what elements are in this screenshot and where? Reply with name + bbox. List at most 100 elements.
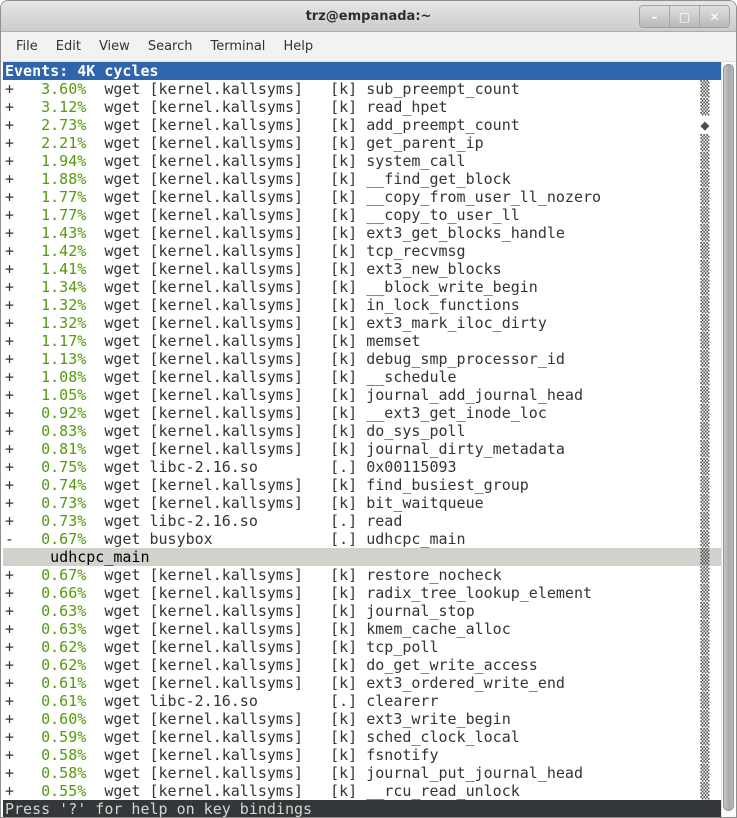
row-detail: wget [kernel.kallsyms] [k] journal_put_j…: [86, 764, 583, 782]
scroll-position-marker: ▒: [700, 152, 709, 170]
scroll-position-marker: ▒: [700, 476, 709, 494]
scrollbar[interactable]: [721, 62, 736, 817]
perf-row[interactable]: + 1.13% wget [kernel.kallsyms] [k] debug…: [3, 350, 724, 368]
perf-row[interactable]: + 1.32% wget [kernel.kallsyms] [k] ext3_…: [3, 314, 724, 332]
perf-row[interactable]: + 0.58% wget [kernel.kallsyms] [k] fsnot…: [3, 746, 724, 764]
row-detail: wget [kernel.kallsyms] [k] __schedule: [86, 368, 456, 386]
scroll-position-marker: ▒: [700, 170, 709, 188]
overhead-percent: 0.61%: [14, 674, 86, 692]
perf-row[interactable]: + 1.77% wget [kernel.kallsyms] [k] __cop…: [3, 206, 724, 224]
perf-row[interactable]: + 2.73% wget [kernel.kallsyms] [k] add_p…: [3, 116, 724, 134]
close-button[interactable]: ✕: [699, 6, 729, 27]
overhead-percent: 1.13%: [14, 350, 86, 368]
perf-row[interactable]: + 1.32% wget [kernel.kallsyms] [k] in_lo…: [3, 296, 724, 314]
overhead-percent: 0.59%: [14, 728, 86, 746]
callchain-row[interactable]: udhcpc_main▒: [3, 548, 724, 566]
scroll-position-marker: ▒: [700, 278, 709, 296]
scrollbar-thumb[interactable]: [723, 64, 734, 811]
expand-marker: +: [5, 422, 14, 440]
perf-row[interactable]: + 1.94% wget [kernel.kallsyms] [k] syste…: [3, 152, 724, 170]
perf-row[interactable]: + 3.12% wget [kernel.kallsyms] [k] read_…: [3, 98, 724, 116]
overhead-percent: 1.17%: [14, 332, 86, 350]
scroll-position-marker: ▒: [700, 314, 709, 332]
perf-row[interactable]: + 0.60% wget [kernel.kallsyms] [k] ext3_…: [3, 710, 724, 728]
scroll-position-marker: ▒: [700, 332, 709, 350]
perf-row[interactable]: + 0.75% wget libc-2.16.so [.] 0x00115093…: [3, 458, 724, 476]
menu-item-terminal[interactable]: Terminal: [201, 35, 274, 58]
row-detail: wget [kernel.kallsyms] [k] journal_dirty…: [86, 440, 565, 458]
maximize-button[interactable]: □: [669, 6, 699, 27]
perf-row[interactable]: + 3.60% wget [kernel.kallsyms] [k] sub_p…: [3, 80, 724, 98]
perf-row[interactable]: + 1.17% wget [kernel.kallsyms] [k] memse…: [3, 332, 724, 350]
perf-row[interactable]: + 1.77% wget [kernel.kallsyms] [k] __cop…: [3, 188, 724, 206]
expand-marker: +: [5, 98, 14, 116]
scroll-position-marker: ▒: [700, 530, 709, 548]
overhead-percent: 2.73%: [14, 116, 86, 134]
perf-row[interactable]: + 0.63% wget [kernel.kallsyms] [k] kmem_…: [3, 620, 724, 638]
row-detail: wget [kernel.kallsyms] [k] tcp_poll: [86, 638, 438, 656]
perf-row[interactable]: + 1.34% wget [kernel.kallsyms] [k] __blo…: [3, 278, 724, 296]
perf-row[interactable]: + 0.92% wget [kernel.kallsyms] [k] __ext…: [3, 404, 724, 422]
title-bar[interactable]: trz@empanada:~ –□✕: [1, 1, 736, 32]
expand-marker: +: [5, 134, 14, 152]
scroll-position-marker: ▒: [700, 746, 709, 764]
overhead-percent: 1.32%: [14, 296, 86, 314]
row-detail: wget [kernel.kallsyms] [k] ext3_ordered_…: [86, 674, 565, 692]
perf-row[interactable]: + 1.43% wget [kernel.kallsyms] [k] ext3_…: [3, 224, 724, 242]
expand-marker: +: [5, 404, 14, 422]
expand-marker: +: [5, 746, 14, 764]
perf-row[interactable]: + 0.62% wget [kernel.kallsyms] [k] tcp_p…: [3, 638, 724, 656]
minimize-button[interactable]: –: [640, 6, 669, 27]
overhead-percent: 3.60%: [14, 80, 86, 98]
menu-item-view[interactable]: View: [90, 35, 139, 58]
overhead-percent: 0.58%: [14, 764, 86, 782]
perf-row[interactable]: + 0.66% wget [kernel.kallsyms] [k] radix…: [3, 584, 724, 602]
row-detail: wget [kernel.kallsyms] [k] journal_stop: [86, 602, 474, 620]
perf-row[interactable]: + 0.63% wget [kernel.kallsyms] [k] journ…: [3, 602, 724, 620]
perf-row[interactable]: + 0.81% wget [kernel.kallsyms] [k] journ…: [3, 440, 724, 458]
perf-row[interactable]: + 1.88% wget [kernel.kallsyms] [k] __fin…: [3, 170, 724, 188]
perf-row[interactable]: + 0.55% wget [kernel.kallsyms] [k] __rcu…: [3, 782, 724, 800]
overhead-percent: 0.63%: [14, 602, 86, 620]
menu-item-file[interactable]: File: [7, 35, 47, 58]
menu-item-help[interactable]: Help: [274, 35, 322, 58]
scroll-position-marker: ▒: [700, 548, 709, 566]
row-detail: wget [kernel.kallsyms] [k] ext3_new_bloc…: [86, 260, 501, 278]
row-detail: wget [kernel.kallsyms] [k] in_lock_funct…: [86, 296, 519, 314]
menu-item-search[interactable]: Search: [139, 35, 202, 58]
expand-marker: +: [5, 170, 14, 188]
perf-row[interactable]: + 0.74% wget [kernel.kallsyms] [k] find_…: [3, 476, 724, 494]
expand-marker: +: [5, 620, 14, 638]
expand-marker: +: [5, 674, 14, 692]
row-detail: wget [kernel.kallsyms] [k] debug_smp_pro…: [86, 350, 565, 368]
overhead-percent: 0.73%: [14, 494, 86, 512]
perf-row[interactable]: + 0.62% wget [kernel.kallsyms] [k] do_ge…: [3, 656, 724, 674]
expand-marker: +: [5, 260, 14, 278]
perf-row[interactable]: + 2.21% wget [kernel.kallsyms] [k] get_p…: [3, 134, 724, 152]
expand-marker: +: [5, 80, 14, 98]
perf-row[interactable]: + 0.58% wget [kernel.kallsyms] [k] journ…: [3, 764, 724, 782]
perf-row[interactable]: + 0.59% wget [kernel.kallsyms] [k] sched…: [3, 728, 724, 746]
perf-row[interactable]: + 0.73% wget libc-2.16.so [.] read▒: [3, 512, 724, 530]
menu-item-edit[interactable]: Edit: [47, 35, 90, 58]
overhead-percent: 1.42%: [14, 242, 86, 260]
perf-row[interactable]: + 1.05% wget [kernel.kallsyms] [k] journ…: [3, 386, 724, 404]
row-detail: wget [kernel.kallsyms] [k] bit_waitqueue: [86, 494, 483, 512]
perf-row[interactable]: + 0.83% wget [kernel.kallsyms] [k] do_sy…: [3, 422, 724, 440]
expand-marker: +: [5, 314, 14, 332]
perf-row[interactable]: + 1.41% wget [kernel.kallsyms] [k] ext3_…: [3, 260, 724, 278]
row-detail: wget [kernel.kallsyms] [k] __block_write…: [86, 278, 538, 296]
perf-row[interactable]: + 0.61% wget [kernel.kallsyms] [k] ext3_…: [3, 674, 724, 692]
scroll-position-marker: ▒: [700, 584, 709, 602]
perf-row[interactable]: + 0.61% wget libc-2.16.so [.] clearerr▒: [3, 692, 724, 710]
overhead-percent: 1.08%: [14, 368, 86, 386]
perf-row[interactable]: - 0.67% wget busybox [.] udhcpc_main▒: [3, 530, 724, 548]
perf-row[interactable]: + 1.42% wget [kernel.kallsyms] [k] tcp_r…: [3, 242, 724, 260]
row-detail: wget [kernel.kallsyms] [k] fsnotify: [86, 746, 438, 764]
perf-row[interactable]: + 1.08% wget [kernel.kallsyms] [k] __sch…: [3, 368, 724, 386]
scroll-position-marker: ▒: [700, 98, 709, 116]
overhead-percent: 1.34%: [14, 278, 86, 296]
overhead-percent: 0.75%: [14, 458, 86, 476]
perf-row[interactable]: + 0.73% wget [kernel.kallsyms] [k] bit_w…: [3, 494, 724, 512]
perf-row[interactable]: + 0.67% wget [kernel.kallsyms] [k] resto…: [3, 566, 724, 584]
